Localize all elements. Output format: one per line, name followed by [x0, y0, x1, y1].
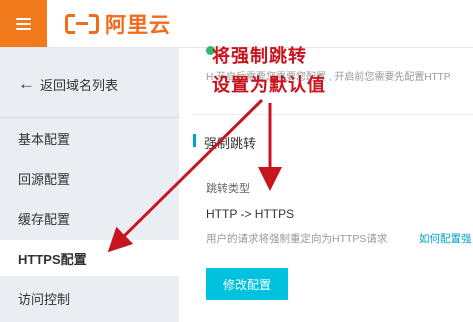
arrow-to-https-item — [107, 98, 264, 253]
annotation-arrows — [107, 98, 282, 253]
